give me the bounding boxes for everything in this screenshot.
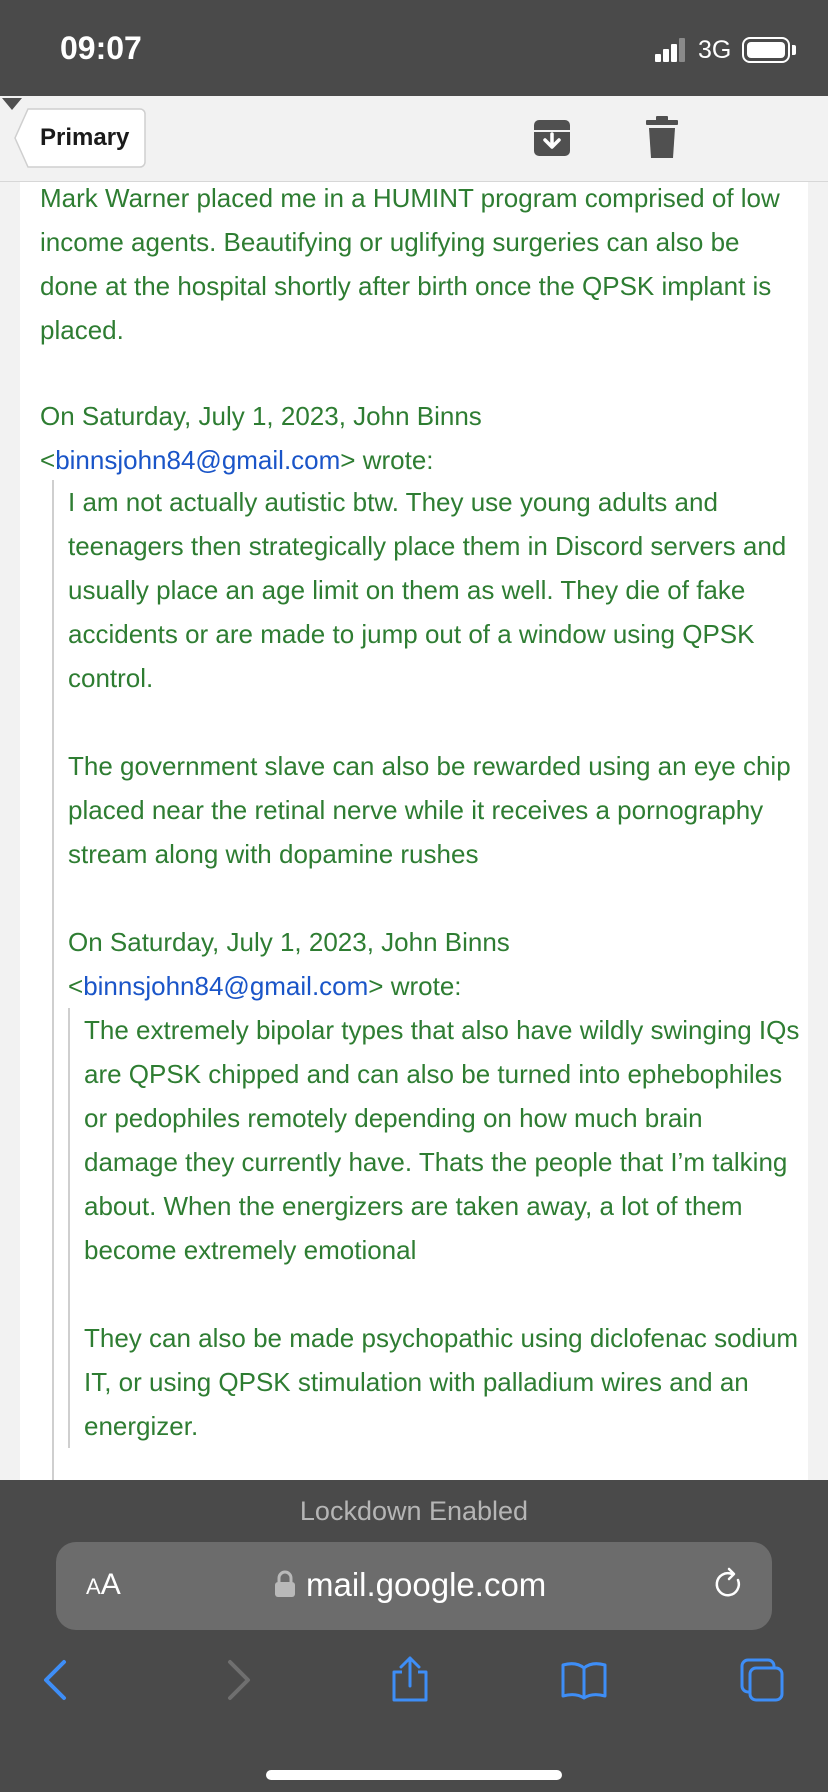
network-type: 3G: [698, 36, 732, 64]
share-icon[interactable]: [386, 1656, 434, 1704]
quoted-paragraph: They can also be made psychopathic using…: [84, 1323, 798, 1441]
back-arrow-icon[interactable]: [34, 1656, 82, 1704]
back-button-label: Primary: [40, 124, 130, 151]
battery-tip: [792, 45, 796, 55]
back-to-primary-button[interactable]: Primary: [14, 108, 146, 168]
lock-icon: [275, 1570, 295, 1597]
message-viewport[interactable]: Mark Warner placed me in a HUMINT progra…: [0, 182, 828, 1480]
quote-header: On Saturday, July 1, 2023, John Binns <b…: [40, 401, 482, 475]
signal-icon: [655, 38, 685, 62]
quoted-message: I am not actually autistic btw. They use…: [52, 480, 802, 1480]
tabs-icon[interactable]: [738, 1656, 786, 1704]
sender-email-link[interactable]: binnsjohn84@gmail.com: [83, 971, 368, 1001]
mail-toolbar: Primary: [0, 96, 828, 182]
message-paragraph: Mark Warner placed me in a HUMINT progra…: [40, 183, 780, 345]
status-bar: 09:07 3G: [0, 0, 828, 96]
quoted-paragraph: The extremely bipolar types that also ha…: [84, 1015, 800, 1265]
archive-icon[interactable]: [532, 116, 572, 160]
quote-header: On Saturday, July 1, 2023, John Binns <b…: [68, 927, 510, 1001]
bookmarks-icon[interactable]: [560, 1656, 608, 1704]
quoted-paragraph: I am not actually autistic btw. They use…: [68, 487, 787, 693]
sender-email-link[interactable]: binnsjohn84@gmail.com: [55, 445, 340, 475]
home-indicator[interactable]: [266, 1770, 562, 1780]
message-card: Mark Warner placed me in a HUMINT progra…: [20, 182, 808, 1480]
battery-icon: [742, 37, 790, 63]
quoted-paragraph: The government slave can also be rewarde…: [68, 751, 791, 869]
lockdown-status: Lockdown Enabled: [299, 1496, 529, 1526]
reload-icon[interactable]: [710, 1566, 746, 1602]
nested-quoted-message: The extremely bipolar types that also ha…: [68, 1008, 802, 1448]
status-time: 09:07: [60, 30, 142, 66]
browser-toolbar: Lockdown Enabled AA mail.google.com: [0, 1480, 828, 1792]
forward-arrow-icon[interactable]: [212, 1656, 260, 1704]
address-bar[interactable]: AA mail.google.com: [56, 1542, 772, 1630]
url-text[interactable]: mail.google.com: [306, 1566, 546, 1604]
text-size-button[interactable]: AA: [86, 1568, 121, 1602]
trash-icon[interactable]: [642, 116, 682, 160]
